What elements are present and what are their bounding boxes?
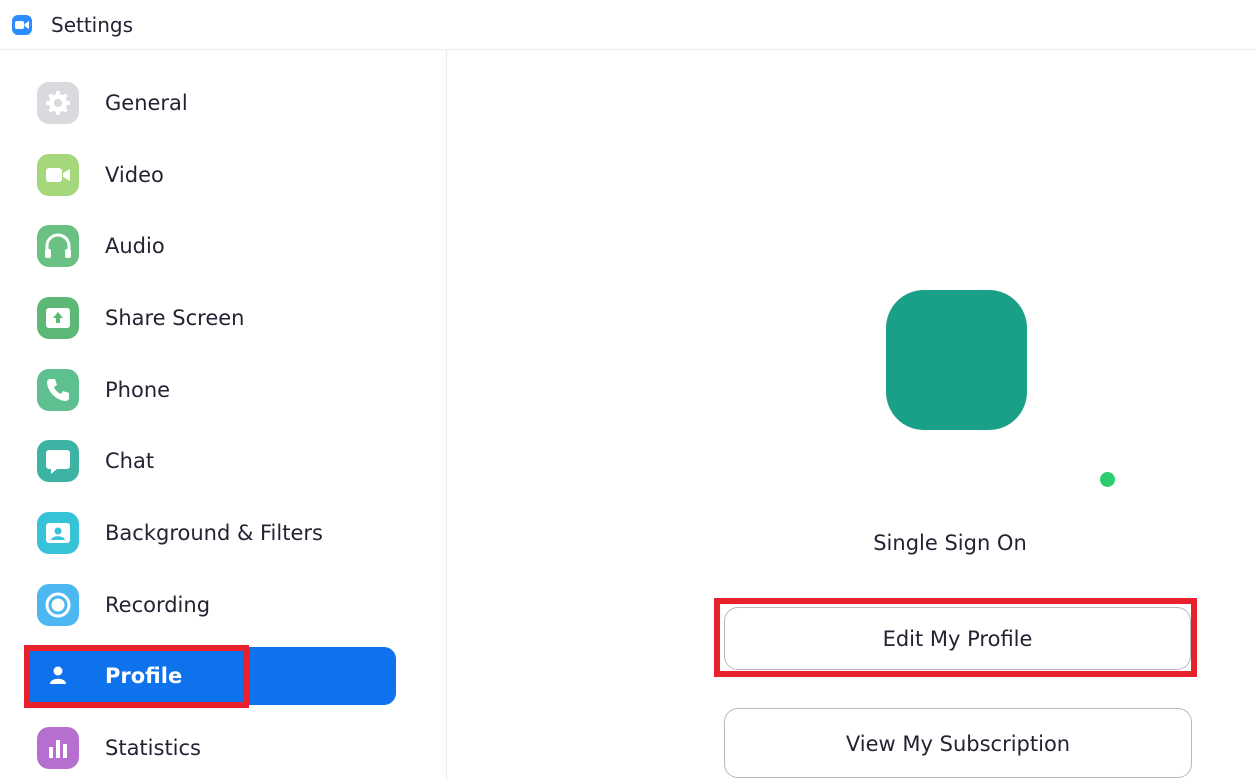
background-portrait-icon: [37, 512, 79, 554]
sidebar-item-label: General: [105, 91, 188, 115]
headphones-icon: [37, 225, 79, 267]
edit-my-profile-button[interactable]: Edit My Profile: [724, 607, 1191, 670]
chat-bubble-icon: [37, 440, 79, 482]
phone-icon: [37, 369, 79, 411]
sidebar-item-label: Audio: [105, 234, 165, 258]
sidebar-item-phone[interactable]: Phone: [26, 361, 396, 419]
sidebar-item-chat[interactable]: Chat: [26, 432, 396, 490]
sidebar-item-recording[interactable]: Recording: [26, 576, 396, 634]
sidebar-item-label: Profile: [105, 664, 183, 688]
title-bar: Settings: [0, 0, 1256, 50]
sidebar-item-video[interactable]: Video: [26, 146, 396, 204]
online-status-dot: [1100, 472, 1115, 487]
video-camera-icon: [37, 154, 79, 196]
sidebar-item-audio[interactable]: Audio: [26, 217, 396, 275]
record-icon: [37, 584, 79, 626]
person-icon: [37, 655, 79, 697]
view-my-subscription-button[interactable]: View My Subscription: [724, 708, 1192, 778]
login-type-label: Single Sign On: [873, 531, 1027, 555]
window-title: Settings: [51, 13, 134, 37]
sidebar-item-label: Video: [105, 163, 164, 187]
sidebar-item-label: Statistics: [105, 736, 201, 760]
sidebar-item-label: Phone: [105, 378, 171, 402]
sidebar-item-statistics[interactable]: Statistics: [26, 719, 396, 777]
share-screen-icon: [37, 297, 79, 339]
settings-sidebar: General Video Audio Share Screen Phone C…: [0, 50, 447, 780]
gear-icon: [37, 82, 79, 124]
sidebar-item-background-filters[interactable]: Background & Filters: [26, 504, 396, 562]
sidebar-item-label: Recording: [105, 593, 211, 617]
sidebar-item-general[interactable]: General: [26, 74, 396, 132]
profile-avatar[interactable]: [886, 290, 1027, 430]
zoom-app-icon: [12, 15, 32, 35]
sidebar-item-profile[interactable]: Profile: [26, 647, 396, 705]
sidebar-item-label: Background & Filters: [105, 521, 323, 545]
sidebar-item-label: Chat: [105, 449, 155, 473]
bar-chart-icon: [37, 727, 79, 769]
sidebar-item-share-screen[interactable]: Share Screen: [26, 289, 396, 347]
sidebar-item-label: Share Screen: [105, 306, 245, 330]
